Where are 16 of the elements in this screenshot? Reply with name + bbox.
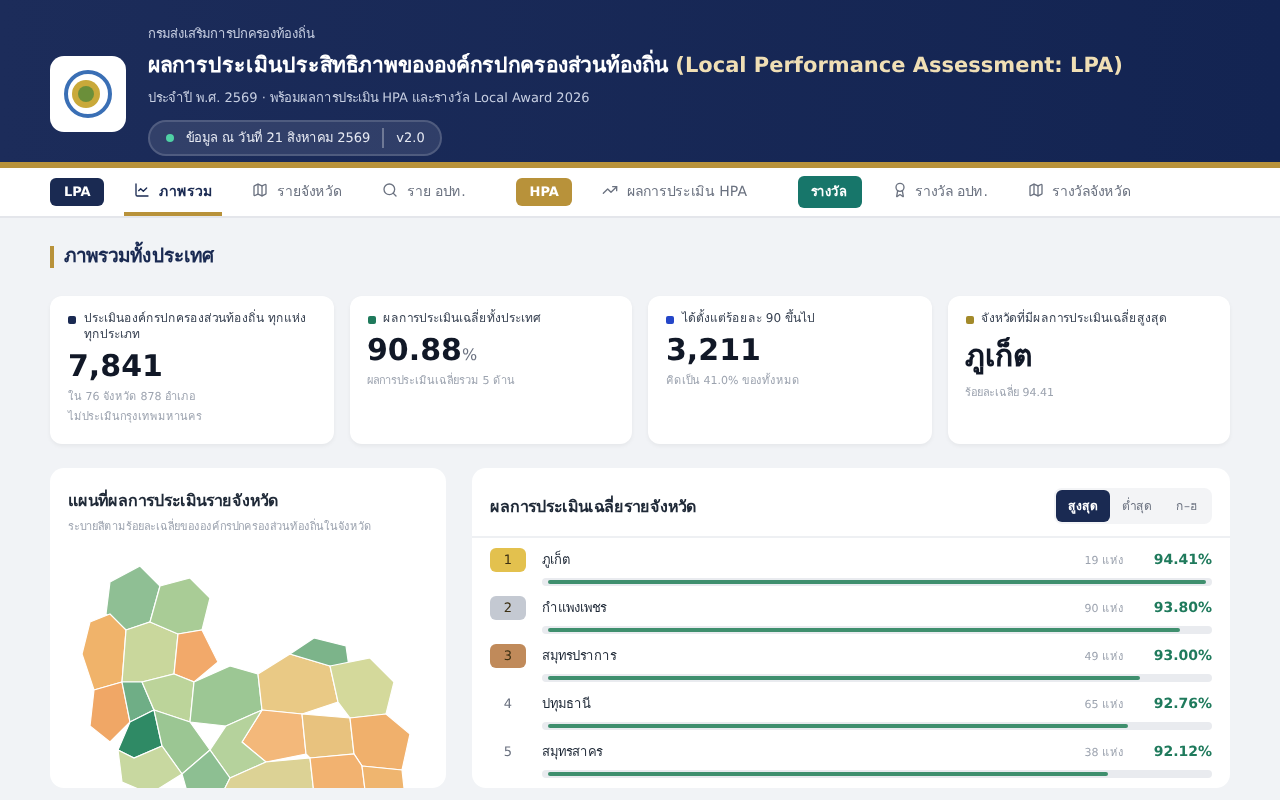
map-icon: [1027, 182, 1044, 198]
section-title: ภาพรวมทั้งประเทศ: [50, 246, 1230, 268]
line-chart-icon: [134, 182, 151, 198]
panel-title: แผนที่ผลการประเมินรายจังหวัด: [68, 488, 280, 514]
search-icon: [382, 182, 399, 198]
logo-icon: [50, 56, 126, 132]
stat-value: 7,841: [68, 348, 165, 384]
status-dot-icon: [166, 134, 174, 142]
award-icon: [891, 182, 907, 198]
stat-value: ภูเก็ต: [965, 335, 1035, 379]
stat-value: 90.88%: [367, 332, 480, 368]
map-icon: [252, 182, 269, 198]
trend-line-icon: [602, 182, 619, 198]
page-title: ผลการประเมินประสิทธิภาพขององค์กรปกครองส่วนท้องถิ่น (Local Performance Assessment: LPA): [148, 50, 1123, 82]
panel-title: ผลการประเมินเฉลี่ยรายจังหวัด: [490, 493, 696, 519]
stat-value: 3,211: [666, 332, 763, 368]
